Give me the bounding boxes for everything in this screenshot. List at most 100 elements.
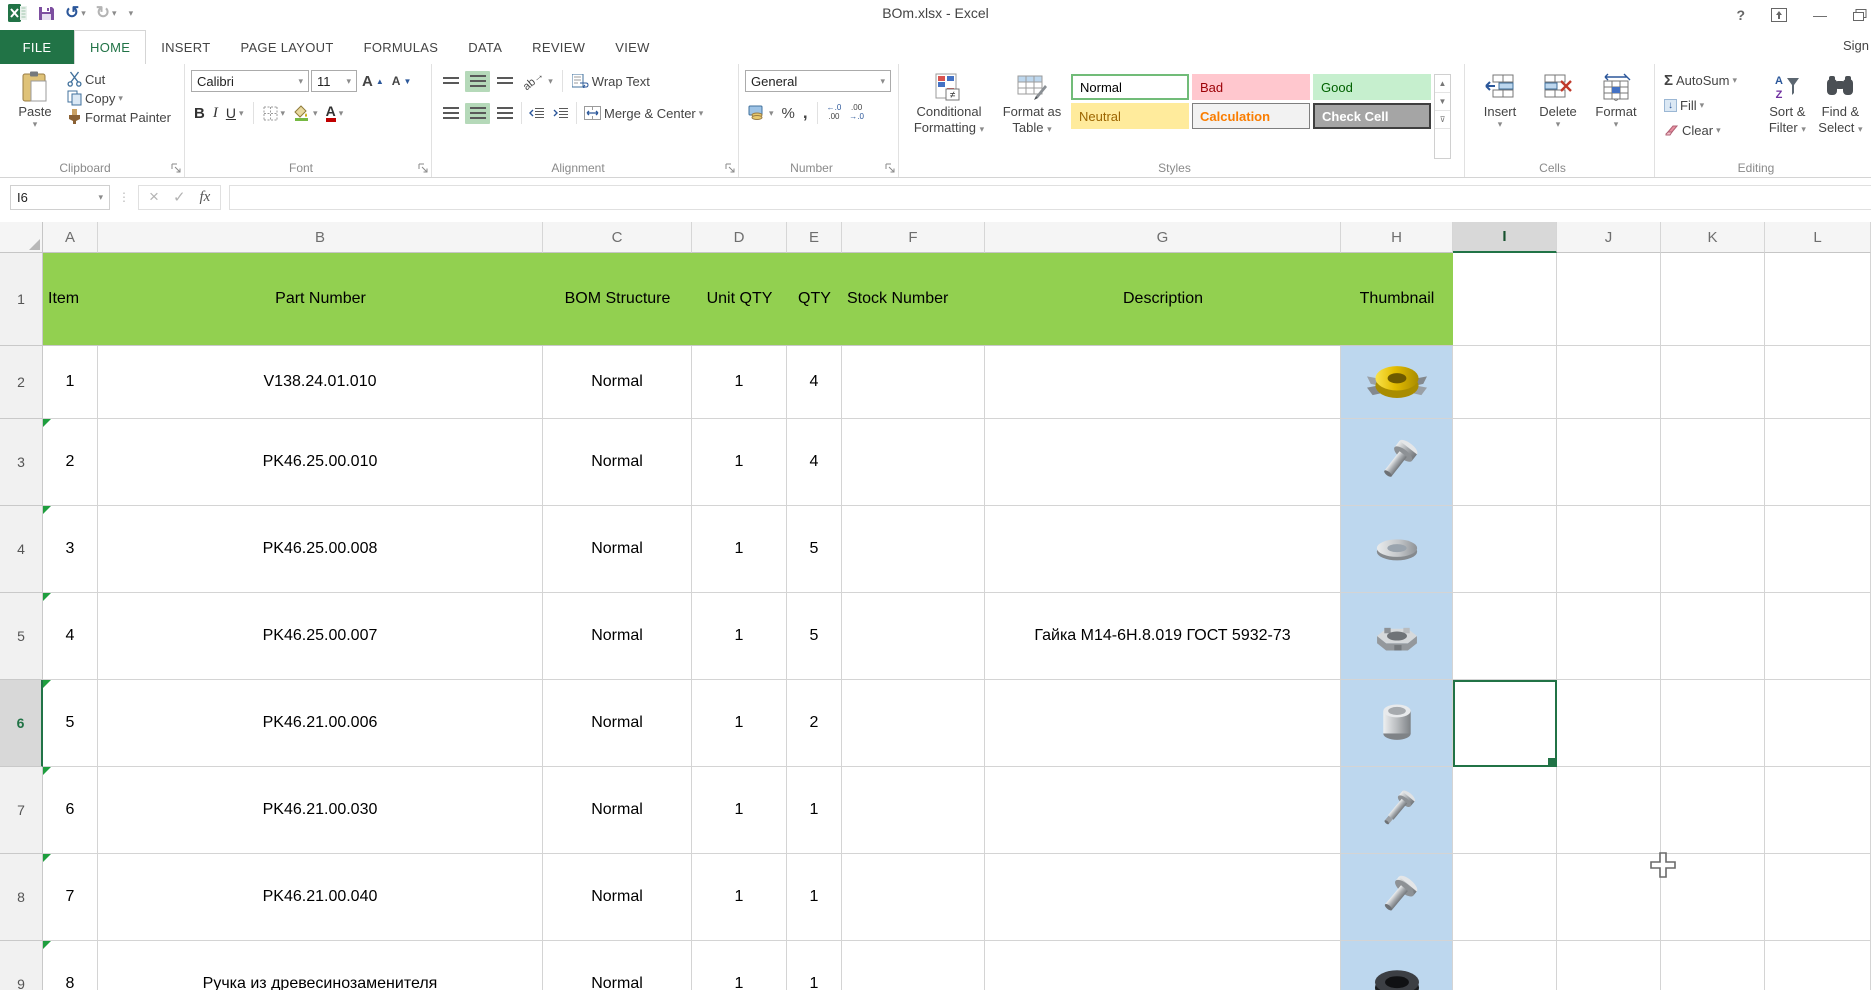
- cell-stock-number[interactable]: [842, 854, 985, 941]
- align-right-button[interactable]: [492, 103, 517, 124]
- cell-unit-qty[interactable]: 1: [692, 680, 787, 767]
- italic-button[interactable]: I: [210, 104, 221, 123]
- gallery-scroll-down-button[interactable]: ▼: [1435, 93, 1450, 111]
- percent-style-button[interactable]: %: [779, 104, 798, 123]
- align-bottom-button[interactable]: [492, 71, 517, 92]
- cell[interactable]: [1765, 941, 1871, 990]
- header-bom-structure[interactable]: BOM Structure: [543, 253, 692, 345]
- cell[interactable]: [1661, 854, 1765, 941]
- cell-qty[interactable]: 4: [787, 346, 842, 419]
- cell[interactable]: [1661, 941, 1765, 990]
- cancel-button[interactable]: ×: [149, 187, 159, 207]
- copy-button[interactable]: Copy ▾: [64, 89, 174, 107]
- column-header-d[interactable]: D: [692, 222, 787, 253]
- header-description[interactable]: Description: [985, 253, 1341, 345]
- cell-part-number[interactable]: Ручка из древесинозаменителя: [98, 941, 543, 990]
- align-top-button[interactable]: [438, 71, 463, 92]
- enter-button[interactable]: ✓: [173, 188, 186, 206]
- cell-unit-qty[interactable]: 1: [692, 419, 787, 506]
- bushing-icon[interactable]: [1341, 680, 1453, 767]
- cell[interactable]: [1453, 941, 1557, 990]
- tab-file[interactable]: FILE: [0, 30, 74, 64]
- style-bad[interactable]: Bad: [1192, 74, 1310, 100]
- cell[interactable]: [1765, 680, 1871, 767]
- cell-part-number[interactable]: PK46.21.00.006: [98, 680, 543, 767]
- column-header-g[interactable]: G: [985, 222, 1341, 253]
- cell[interactable]: [1661, 680, 1765, 767]
- cell-bom-structure[interactable]: Normal: [543, 680, 692, 767]
- row-header-8[interactable]: 8: [0, 854, 43, 941]
- header-qty[interactable]: QTY: [787, 253, 842, 345]
- dark-ring-icon[interactable]: [1341, 941, 1453, 990]
- style-calculation[interactable]: Calculation: [1192, 103, 1310, 129]
- cell[interactable]: [1765, 253, 1871, 346]
- cell-qty[interactable]: 2: [787, 680, 842, 767]
- cut-button[interactable]: Cut: [64, 70, 174, 88]
- tab-page-layout[interactable]: PAGE LAYOUT: [225, 30, 348, 64]
- grow-font-button[interactable]: A▲: [359, 72, 387, 91]
- sort-filter-button[interactable]: AZ Sort &Filter ▾: [1761, 68, 1814, 159]
- align-center-button[interactable]: [465, 103, 490, 124]
- cell-part-number[interactable]: PK46.21.00.030: [98, 767, 543, 854]
- cell-unit-qty[interactable]: 1: [692, 854, 787, 941]
- cell[interactable]: [1661, 506, 1765, 593]
- conditional-formatting-button[interactable]: ≠ ConditionalFormatting ▾: [905, 68, 993, 159]
- cell[interactable]: [1557, 253, 1661, 346]
- cell-item[interactable]: 2: [43, 419, 98, 506]
- cell-unit-qty[interactable]: 1: [692, 593, 787, 680]
- font-name-select[interactable]: Calibri ▾: [191, 70, 309, 92]
- row-header-7[interactable]: 7: [0, 767, 43, 854]
- borders-button[interactable]: ▾: [260, 105, 289, 122]
- style-neutral[interactable]: Neutral: [1071, 103, 1189, 129]
- cell-qty[interactable]: 5: [787, 593, 842, 680]
- column-header-k[interactable]: K: [1661, 222, 1765, 253]
- find-select-button[interactable]: Find &Select ▾: [1814, 68, 1867, 159]
- cell[interactable]: [1453, 593, 1557, 680]
- cell[interactable]: [1557, 346, 1661, 419]
- cell-description[interactable]: [985, 680, 1341, 767]
- cell-description[interactable]: [985, 506, 1341, 593]
- cell-stock-number[interactable]: [842, 680, 985, 767]
- row-header-2[interactable]: 2: [0, 346, 43, 419]
- merge-center-button[interactable]: Merge & Center ▾: [581, 105, 706, 122]
- cell-bom-structure[interactable]: Normal: [543, 854, 692, 941]
- orientation-button[interactable]: ab→▾: [519, 74, 556, 88]
- row-header-5[interactable]: 5: [0, 593, 43, 680]
- bolt-icon[interactable]: [1341, 419, 1453, 506]
- cell[interactable]: [1661, 593, 1765, 680]
- column-header-b[interactable]: B: [98, 222, 543, 253]
- cell-stock-number[interactable]: [842, 593, 985, 680]
- column-header-l[interactable]: L: [1765, 222, 1871, 253]
- cell[interactable]: [1453, 854, 1557, 941]
- cell-bom-structure[interactable]: Normal: [543, 767, 692, 854]
- cell-item[interactable]: 3: [43, 506, 98, 593]
- shrink-font-button[interactable]: A▼: [389, 73, 415, 89]
- tab-review[interactable]: REVIEW: [517, 30, 600, 64]
- cell-stock-number[interactable]: [842, 419, 985, 506]
- cell-item[interactable]: 6: [43, 767, 98, 854]
- cell-part-number[interactable]: PK46.25.00.007: [98, 593, 543, 680]
- column-header-e[interactable]: E: [787, 222, 842, 253]
- font-dialog-launcher[interactable]: [418, 163, 429, 174]
- cell-qty[interactable]: 4: [787, 419, 842, 506]
- cell[interactable]: [1765, 506, 1871, 593]
- clear-button[interactable]: Clear ▾: [1661, 118, 1761, 142]
- cell-qty[interactable]: 1: [787, 854, 842, 941]
- restore-button[interactable]: [1853, 9, 1867, 21]
- insert-cells-button[interactable]: Insert ▾: [1471, 68, 1529, 159]
- format-as-table-button[interactable]: Format asTable ▾: [993, 68, 1071, 159]
- cell[interactable]: [1557, 506, 1661, 593]
- column-header-c[interactable]: C: [543, 222, 692, 253]
- number-dialog-launcher[interactable]: [885, 163, 896, 174]
- cell-part-number[interactable]: PK46.21.00.040: [98, 854, 543, 941]
- cell-unit-qty[interactable]: 1: [692, 506, 787, 593]
- row-header-1[interactable]: 1: [0, 253, 43, 346]
- header-part-number[interactable]: Part Number: [98, 253, 543, 345]
- cell[interactable]: [1453, 506, 1557, 593]
- cell-part-number[interactable]: PK46.25.00.008: [98, 506, 543, 593]
- row-header-3[interactable]: 3: [0, 419, 43, 506]
- fill-button[interactable]: ↓ Fill ▾: [1661, 93, 1761, 117]
- column-header-a[interactable]: A: [43, 222, 98, 253]
- sign-in-link[interactable]: Sign in: [1843, 38, 1871, 53]
- fill-color-button[interactable]: ▾: [290, 104, 321, 122]
